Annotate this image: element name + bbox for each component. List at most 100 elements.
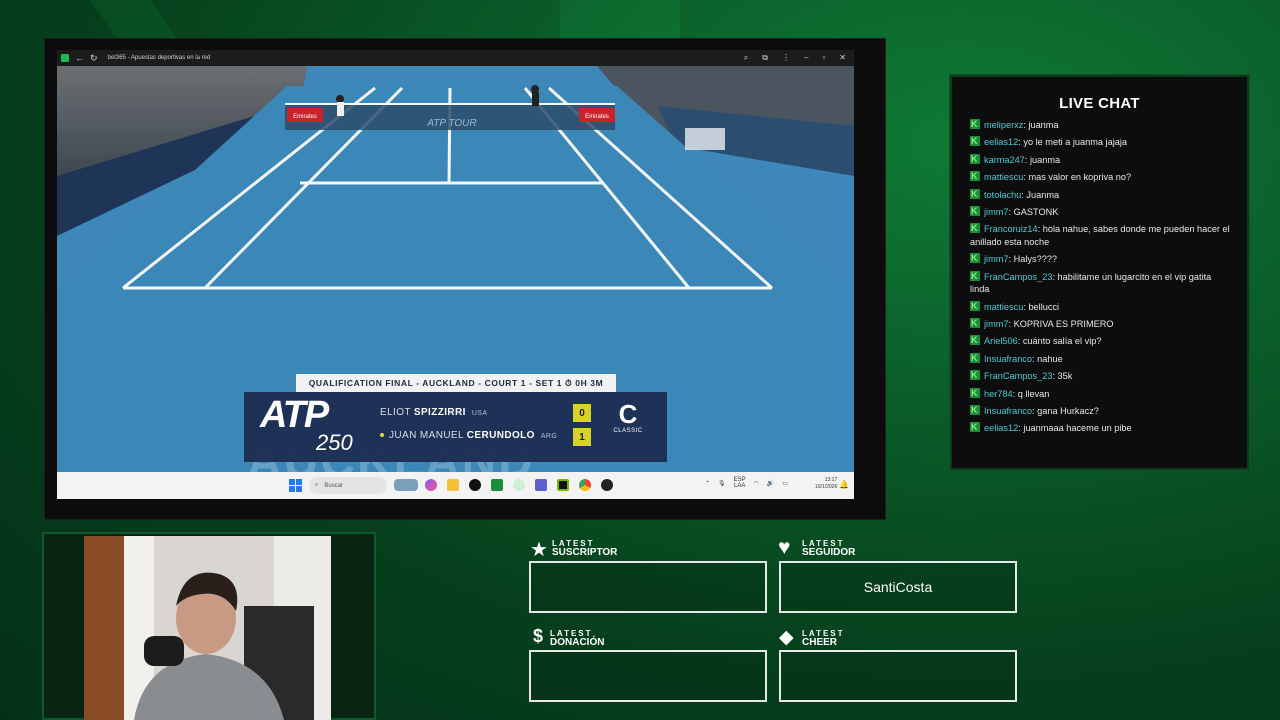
- kick-badge-icon: [970, 222, 980, 235]
- latest-follower-box: SantiCosta: [779, 561, 1017, 613]
- diamond-icon: ◆: [779, 627, 794, 648]
- site-favicon-icon: [61, 54, 69, 62]
- kick-badge-icon: [970, 421, 980, 434]
- chat-username[interactable]: mattiescu: [984, 302, 1023, 312]
- teams-icon[interactable]: [535, 479, 547, 491]
- chat-text: bellucci: [1028, 301, 1060, 312]
- volume-icon[interactable]: 🔊: [767, 480, 774, 487]
- chat-title: LIVE CHAT: [1059, 95, 1140, 112]
- chat-message: Ariel506: cuánto salía el vip?: [970, 334, 1232, 348]
- chat-text: KOPRIVA ES PRIMERO: [1013, 319, 1114, 330]
- player-2-score: 1: [573, 428, 591, 446]
- wifi-icon[interactable]: ◠: [754, 480, 759, 487]
- chat-message: meliperxz: juanma: [970, 119, 1232, 132]
- chat-username[interactable]: jimm7: [984, 254, 1009, 264]
- chat-text: 35k: [1057, 371, 1073, 382]
- maximize-icon[interactable]: ▫: [822, 53, 825, 63]
- chat-message-list[interactable]: meliperxz: juanma eelias12: yo le meti a …: [970, 119, 1232, 454]
- player-2: JUAN MANUEL CERUNDOLO ARG: [380, 430, 557, 441]
- copilot-icon[interactable]: [425, 479, 437, 491]
- kick-badge-icon: [970, 205, 980, 218]
- asb-classic-logo: C CLASSIC: [613, 399, 643, 434]
- player-1-score: 0: [573, 404, 591, 422]
- close-icon[interactable]: ✕: [839, 53, 846, 63]
- extensions-icon[interactable]: ⧉: [762, 53, 768, 63]
- chrome-icon[interactable]: [579, 479, 591, 491]
- svg-text:ATP TOUR: ATP TOUR: [426, 118, 476, 129]
- taskbar-search-input[interactable]: ⌕ Buscar: [309, 477, 387, 494]
- webcam-feed: [84, 536, 331, 720]
- chat-username[interactable]: Ariel506: [984, 336, 1018, 346]
- chat-message: jimm7: KOPRIVA ES PRIMERO: [970, 317, 1232, 331]
- player-1: ELIOT SPIZZIRRI USA: [380, 407, 488, 418]
- kick-badge-icon: [970, 119, 980, 131]
- kick-badge-icon: [970, 270, 980, 282]
- language-indicator[interactable]: ESP LAA: [734, 477, 746, 489]
- atp-250-logo: ATP 250: [260, 394, 353, 455]
- chat-text: mas valor en kopriva no?: [1028, 172, 1132, 183]
- notifications-icon[interactable]: 🔔: [839, 480, 849, 489]
- chat-username[interactable]: eelias12: [984, 423, 1018, 433]
- latest-cheer-box: [779, 650, 1017, 702]
- tiktok-icon[interactable]: [469, 479, 481, 491]
- chevron-up-icon[interactable]: ⌃: [705, 480, 710, 487]
- chat-username[interactable]: mattiescu: [984, 172, 1023, 182]
- chat-message: jimm7: Halys????: [970, 252, 1232, 266]
- latest-cheer-heading: LATEST CHEER: [802, 629, 845, 648]
- minimize-icon[interactable]: –: [804, 53, 808, 63]
- chat-message: mattiescu: mas valor en kopriva no?: [970, 170, 1232, 184]
- chat-text: juanmaaa haceme un pibe: [1023, 423, 1132, 434]
- refresh-icon[interactable]: ↻: [90, 53, 98, 64]
- kick-badge-icon: [970, 188, 980, 200]
- star-icon: ★: [530, 539, 548, 561]
- bet365-app-icon[interactable]: [491, 479, 503, 491]
- whatsapp-icon[interactable]: [513, 479, 525, 491]
- back-arrow-icon[interactable]: ←: [75, 53, 84, 63]
- kick-badge-icon: [970, 252, 980, 265]
- latest-follower-heading: LATEST SEGUIDOR: [802, 539, 856, 558]
- kick-badge-icon: [970, 404, 980, 417]
- chat-username[interactable]: Insuafranco: [984, 406, 1032, 416]
- taskbar-clock[interactable]: 13:17 10/1/2026: [815, 477, 837, 491]
- heart-icon: ♥: [778, 536, 791, 559]
- weather-widget-icon[interactable]: [394, 479, 418, 491]
- chat-username[interactable]: totolachu: [984, 190, 1021, 200]
- chat-username[interactable]: jimm7: [984, 319, 1009, 329]
- file-explorer-icon[interactable]: [447, 479, 459, 491]
- chat-username[interactable]: eelias12: [984, 137, 1018, 147]
- chat-text: gana Hurkacz?: [1037, 406, 1099, 417]
- more-options-icon[interactable]: ⋮: [782, 53, 790, 63]
- chat-username[interactable]: karma247: [984, 155, 1025, 165]
- latest-subscriber-box: [529, 561, 767, 613]
- latest-donation-box: [529, 650, 767, 702]
- search-icon[interactable]: ⌕: [744, 53, 748, 63]
- microphone-icon[interactable]: 🎙: [718, 480, 726, 487]
- chat-username[interactable]: Francoruiz14: [984, 224, 1038, 234]
- tab-title: bet365 - Apuestas deportivas en la red: [107, 55, 211, 61]
- chat-username[interactable]: Insuafranco: [984, 354, 1032, 364]
- chat-username[interactable]: FranCampos_23: [984, 272, 1052, 282]
- chat-username[interactable]: FranCampos_23: [984, 371, 1052, 381]
- chat-username[interactable]: meliperxz: [984, 120, 1023, 130]
- tennis-video-stream[interactable]: Emirates Emirates ATP TOUR AUCKLAND QUAL…: [57, 66, 854, 472]
- nvidia-icon[interactable]: [557, 479, 569, 491]
- chat-text: GASTONK: [1013, 206, 1059, 217]
- chat-text: juanma: [1029, 154, 1061, 165]
- system-tray: ⌃ 🎙 ESP LAA ◠ 🔊 ▭: [705, 477, 788, 489]
- obs-icon[interactable]: [601, 479, 613, 491]
- kick-badge-icon: [970, 135, 980, 148]
- chat-text: Halys????: [1013, 254, 1058, 265]
- chat-message: mattiescu: bellucci: [970, 300, 1232, 314]
- svg-text:Emirates: Emirates: [585, 114, 609, 120]
- windows-start-icon[interactable]: [289, 479, 302, 492]
- chat-text: cuánto salía el vip?: [1022, 336, 1102, 347]
- chat-username[interactable]: her784: [984, 389, 1013, 399]
- battery-icon[interactable]: ▭: [782, 480, 788, 487]
- chat-username[interactable]: jimm7: [984, 207, 1009, 217]
- chat-message: eelias12: juanmaaa haceme un pibe: [970, 421, 1232, 435]
- chat-message: Francoruiz14: hola nahue, sabes donde me…: [970, 222, 1232, 248]
- chat-message: Insuafranco: nahue: [970, 352, 1232, 366]
- latest-donation-heading: LATEST DONACIÓN: [550, 629, 605, 648]
- kick-badge-icon: [970, 153, 980, 165]
- kick-badge-icon: [970, 387, 980, 399]
